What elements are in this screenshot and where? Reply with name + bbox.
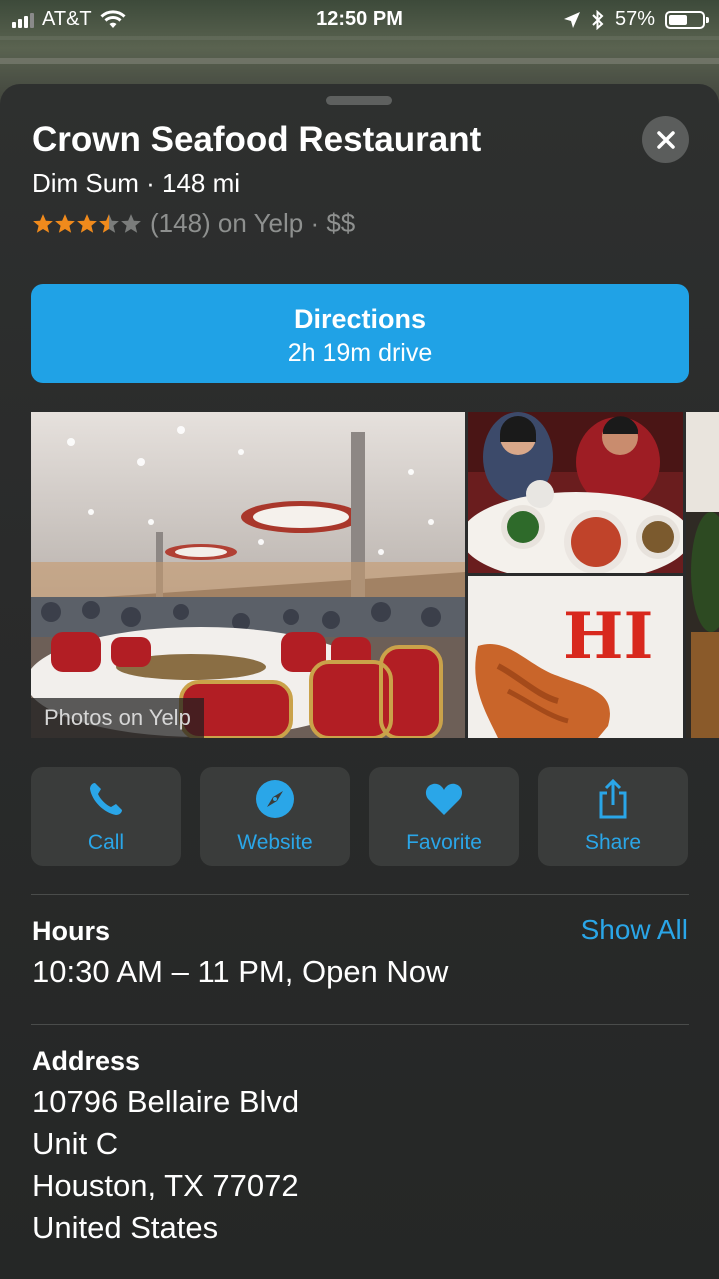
photo-next-peek[interactable]	[686, 412, 719, 738]
share-label: Share	[584, 831, 642, 854]
share-icon	[599, 779, 627, 819]
close-icon	[656, 130, 675, 149]
star-icon	[33, 213, 53, 233]
rating-text: (148) on Yelp · $$	[150, 208, 356, 238]
place-subtitle: Dim Sum · 148 mi	[32, 168, 241, 198]
hours-title: Hours	[32, 916, 111, 946]
status-bar: AT&T 12:50 PM 57%	[0, 0, 719, 40]
website-button[interactable]: Website	[200, 767, 350, 866]
show-all-hours-link[interactable]: Show All	[581, 914, 688, 946]
place-title: Crown Seafood Restaurant	[32, 120, 482, 159]
drive-time: 2h 19m drive	[287, 339, 433, 367]
directions-button[interactable]: Directions 2h 19m drive	[31, 284, 689, 383]
share-button[interactable]: Share	[538, 767, 688, 866]
website-label: Website	[237, 831, 313, 854]
star-rating	[32, 213, 142, 235]
heart-icon	[425, 783, 463, 815]
photo-diners[interactable]	[468, 412, 683, 573]
address-line[interactable]: Unit C	[32, 1126, 118, 1162]
call-label: Call	[87, 831, 125, 854]
drag-handle[interactable]	[326, 96, 392, 105]
status-right: 57%	[563, 8, 709, 31]
photo-chicken-feet[interactable]: HI	[468, 576, 683, 738]
photo-gallery[interactable]: Photos on Yelp HI	[31, 412, 719, 738]
star-icon	[121, 213, 141, 233]
battery-fill	[669, 14, 687, 25]
bluetooth-icon	[592, 9, 604, 30]
location-arrow-icon	[563, 11, 580, 28]
divider	[31, 894, 689, 895]
photo-dining-room[interactable]: Photos on Yelp	[31, 412, 465, 738]
svg-text:HI: HI	[563, 599, 653, 674]
star-icon	[55, 213, 75, 233]
address-title: Address	[32, 1046, 141, 1076]
close-button[interactable]	[642, 116, 689, 163]
star-icon	[77, 213, 97, 233]
map-road	[0, 58, 719, 64]
battery-percent: 57%	[614, 8, 655, 30]
directions-label: Directions	[293, 304, 427, 334]
favorite-button[interactable]: Favorite	[369, 767, 519, 866]
hours-value: 10:30 AM – 11 PM, Open Now	[32, 954, 449, 989]
battery-icon	[665, 10, 709, 29]
place-card: Crown Seafood Restaurant Dim Sum · 148 m…	[0, 84, 719, 1279]
divider	[31, 1024, 689, 1025]
address-line[interactable]: Houston, TX 77072	[32, 1168, 299, 1204]
address-line[interactable]: 10796 Bellaire Blvd	[32, 1084, 299, 1120]
call-button[interactable]: Call	[31, 767, 181, 866]
favorite-label: Favorite	[406, 831, 482, 854]
action-row: Call Website Favorite Share	[31, 767, 689, 866]
address-line[interactable]: United States	[32, 1210, 218, 1246]
phone-icon	[90, 783, 122, 815]
compass-icon	[256, 780, 294, 818]
star-icon	[99, 213, 119, 233]
rating-line[interactable]: (148) on Yelp · $$	[32, 208, 355, 239]
photos-on-yelp-label[interactable]: Photos on Yelp	[31, 698, 204, 738]
